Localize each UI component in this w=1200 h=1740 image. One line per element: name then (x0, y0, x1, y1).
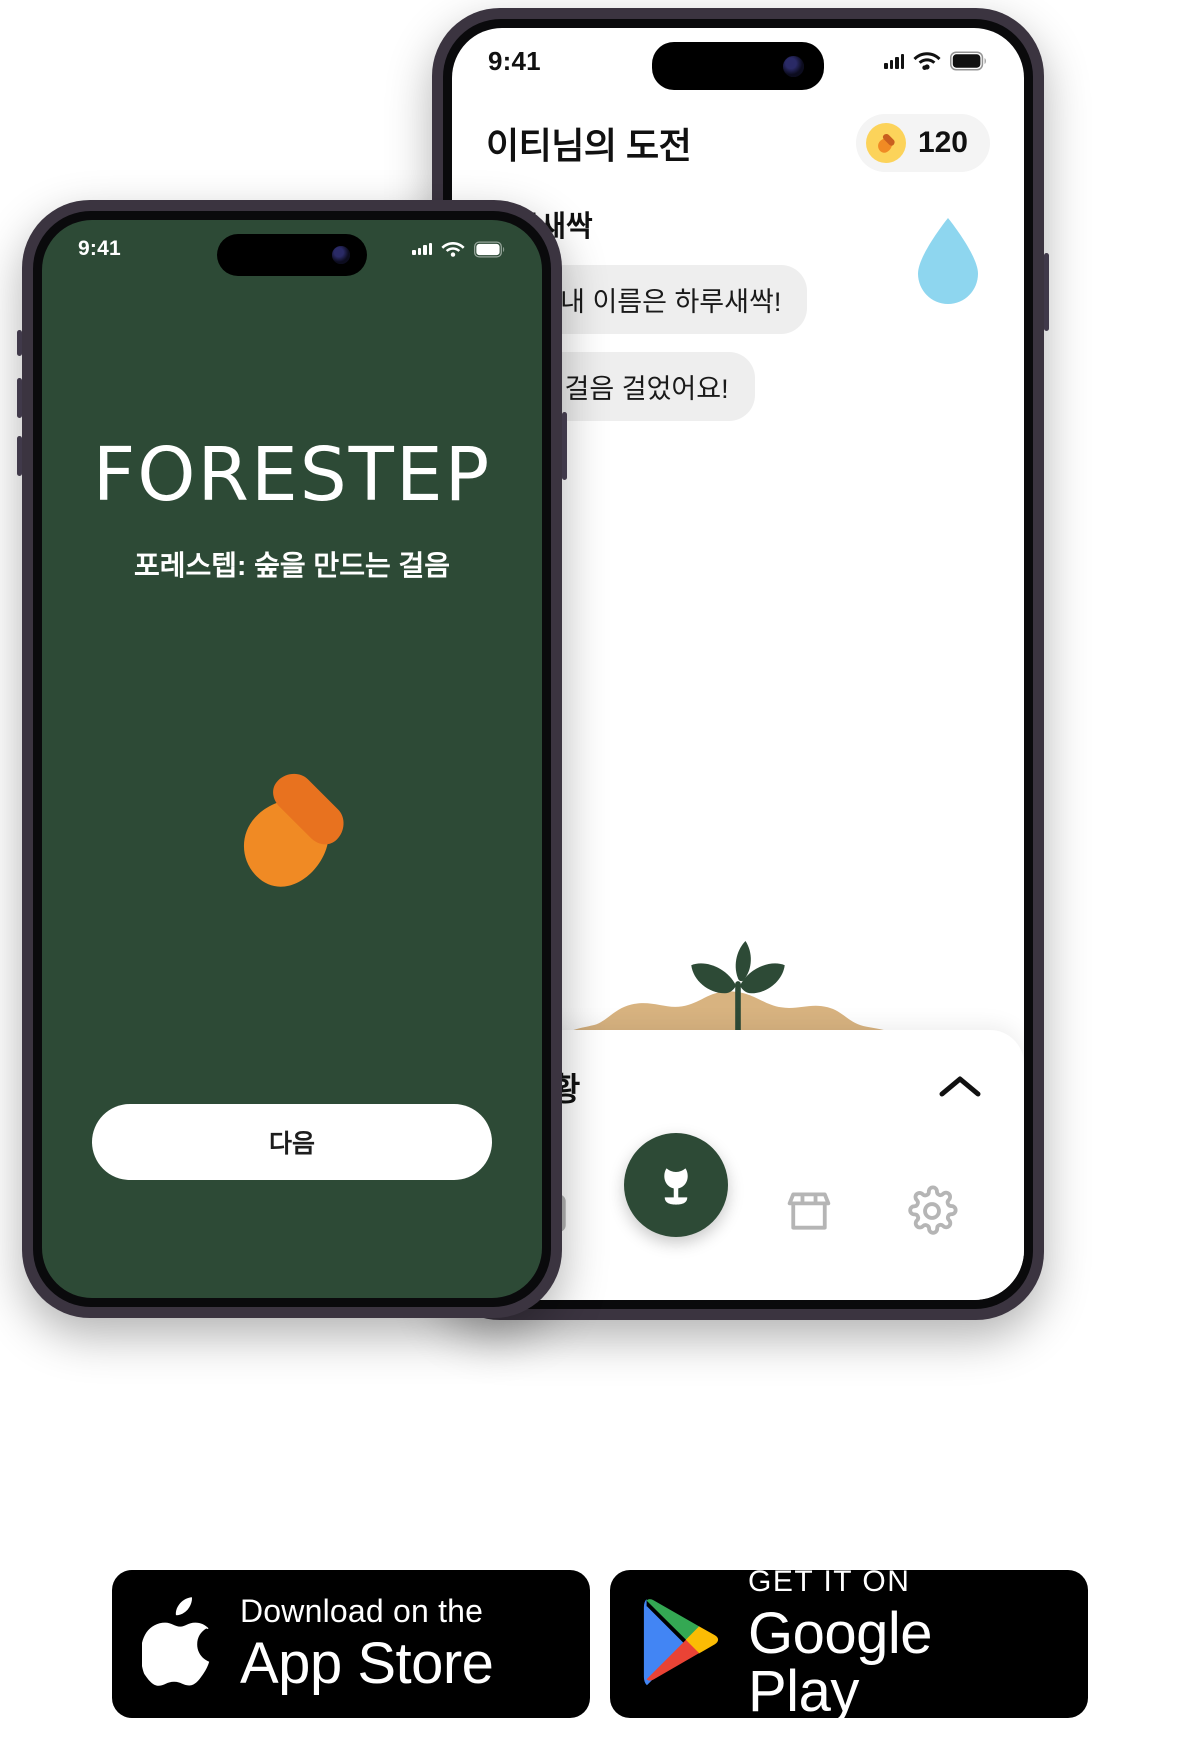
google-play-logo-icon (640, 1595, 724, 1694)
wifi-icon (441, 241, 465, 258)
cellular-bars-icon (412, 242, 432, 256)
battery-icon (474, 241, 506, 258)
front-camera-icon (783, 55, 804, 77)
sidebar-item-garden[interactable] (624, 1133, 729, 1237)
battery-icon (950, 51, 988, 71)
page-title: 이티님의 도전 (486, 125, 692, 166)
app-header: 이티님의 도전 120 (452, 114, 1024, 172)
phone-power-button (1044, 253, 1049, 331)
status-time: 9:41 (488, 45, 541, 76)
phone-mute-switch (17, 330, 22, 356)
cellular-bars-icon (884, 53, 904, 69)
google-play-badge[interactable]: GET IT ON Google Play (610, 1565, 1088, 1724)
google-play-badge-small-label: GET IT ON (748, 1565, 911, 1598)
coin-badge[interactable]: 120 (855, 114, 990, 172)
sidebar-item-settings[interactable] (889, 1168, 975, 1254)
acorn-coin-icon (865, 123, 906, 163)
status-time: 9:41 (78, 237, 121, 260)
brand-wordmark: FORESTEP (92, 432, 492, 518)
dynamic-island (652, 42, 824, 90)
chevron-up-icon[interactable] (936, 1072, 984, 1102)
water-drop-icon[interactable] (910, 216, 986, 315)
splash-screen: 9:41 FORESTEP 포레스텝: 숲을 만드는 걸음 다음 (42, 220, 542, 1298)
sidebar-item-shop[interactable] (766, 1168, 852, 1254)
apple-logo-icon (140, 1596, 216, 1692)
dynamic-island (217, 234, 367, 276)
app-store-badge-small-label: Download on the (240, 1593, 484, 1629)
promo-canvas: 9:41 이티님의 도전 120 녕~ 내 이름은 하루새싹! 320 걸음 걸… (0, 0, 1200, 1740)
wifi-icon (913, 51, 941, 71)
store-badge-row: Download on the App Store GET IT ON Goog… (0, 1565, 1200, 1724)
app-store-badge[interactable]: Download on the App Store (112, 1570, 590, 1718)
next-button[interactable]: 다음 (92, 1104, 492, 1180)
phone-volume-down-button (17, 436, 22, 476)
splash-phone-mockup: 9:41 FORESTEP 포레스텝: 숲을 만드는 걸음 다음 (17, 200, 567, 1318)
phone-volume-up-button (17, 378, 22, 418)
acorn-icon (216, 752, 368, 909)
front-camera-icon (332, 246, 350, 264)
coin-count: 120 (917, 126, 968, 159)
phone-power-button (562, 412, 567, 480)
app-store-badge-big-label: App Store (240, 1631, 494, 1696)
google-play-badge-big-label: Google Play (748, 1601, 933, 1724)
brand-tagline: 포레스텝: 숲을 만드는 걸음 (133, 550, 451, 581)
